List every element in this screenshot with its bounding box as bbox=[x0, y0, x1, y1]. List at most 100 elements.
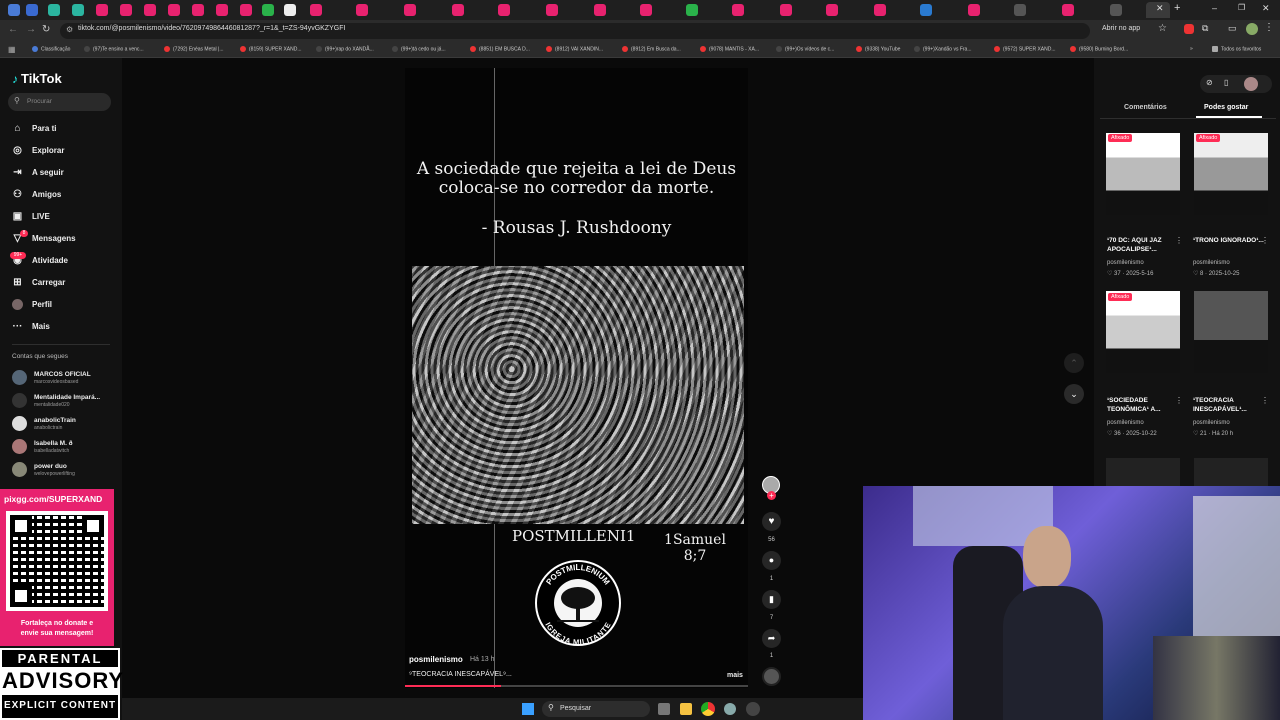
tab-icon[interactable] bbox=[404, 4, 416, 16]
new-tab-icon[interactable]: + bbox=[1174, 2, 1180, 14]
comment-icon[interactable]: ● bbox=[762, 551, 781, 570]
nav-mais[interactable]: ··· Mais bbox=[12, 321, 50, 332]
maximize-icon[interactable]: ❐ bbox=[1238, 3, 1245, 12]
close-window-icon[interactable]: ✕ bbox=[1262, 3, 1270, 14]
video-thumbnail[interactable] bbox=[1194, 458, 1268, 486]
card-author[interactable]: posmilenismo bbox=[1193, 260, 1230, 266]
bookmark-star-icon[interactable]: ☆ bbox=[1158, 23, 1167, 34]
card-author[interactable]: posmilenismo bbox=[1107, 420, 1144, 426]
card-title[interactable]: ¹TEOCRACIA INESCAPÁVEL¹... bbox=[1193, 396, 1269, 414]
video-thumbnail[interactable] bbox=[1106, 133, 1180, 215]
card-menu-icon[interactable]: ⋮ bbox=[1175, 396, 1183, 405]
tab-icon[interactable] bbox=[640, 4, 652, 16]
tab-icon[interactable] bbox=[284, 4, 296, 16]
following-item[interactable]: anabolicTrain anabolictrain bbox=[12, 416, 76, 431]
bookmark-item[interactable]: (99+)Os vídeos de c... bbox=[776, 46, 834, 52]
back-icon[interactable]: ← bbox=[8, 24, 18, 35]
video-thumbnail[interactable] bbox=[1106, 458, 1180, 486]
nav-amigos[interactable]: ⚇ Amigos bbox=[12, 189, 61, 200]
tab-icon[interactable] bbox=[874, 4, 886, 16]
file-explorer-icon[interactable] bbox=[680, 703, 692, 715]
tab-icon[interactable] bbox=[686, 4, 698, 16]
tab-icon[interactable] bbox=[1014, 4, 1026, 16]
tab-icon[interactable] bbox=[594, 4, 606, 16]
tab-icon[interactable] bbox=[192, 4, 204, 16]
following-item[interactable]: Isabella M. ð isabelladatwitch bbox=[12, 439, 73, 454]
card-title[interactable]: ¹SOCIEDADE TEONÔMICA¹ A... bbox=[1107, 396, 1183, 414]
site-settings-icon[interactable]: ⚙ bbox=[66, 25, 73, 34]
tab-icon[interactable] bbox=[1062, 4, 1074, 16]
bookmark-item[interactable]: (8912) VAI XANDIN... bbox=[546, 46, 603, 52]
bookmark-item[interactable]: Classificação bbox=[32, 46, 70, 52]
card-author[interactable]: posmilenismo bbox=[1193, 420, 1230, 426]
tab-icon[interactable] bbox=[1110, 4, 1122, 16]
bookmark-item[interactable]: (8851) EM BUSCA D... bbox=[470, 46, 530, 52]
nav-carregar[interactable]: ⊞ Carregar bbox=[12, 277, 65, 288]
previous-video-icon[interactable]: ⌃ bbox=[1064, 353, 1084, 373]
search-input[interactable]: ⚲ Procurar bbox=[8, 93, 111, 111]
apps-icon[interactable]: ▦ bbox=[8, 45, 16, 54]
tab-icon[interactable] bbox=[968, 4, 980, 16]
tab-icon[interactable] bbox=[26, 4, 38, 16]
browser-menu-icon[interactable]: ⋮ bbox=[1264, 22, 1274, 33]
forward-icon[interactable]: → bbox=[26, 24, 36, 35]
tab-icon[interactable] bbox=[310, 4, 322, 16]
tab-icon[interactable] bbox=[356, 4, 368, 16]
card-title[interactable]: ¹70 DC: AQUI JAZ APOCALIPSE¹... bbox=[1107, 236, 1183, 254]
bookmark-item[interactable]: (97)Te ensino a venc... bbox=[84, 46, 144, 52]
task-view-icon[interactable] bbox=[658, 703, 670, 715]
reload-icon[interactable]: ↻ bbox=[42, 24, 50, 35]
tab-icon[interactable] bbox=[120, 4, 132, 16]
tab-icon[interactable] bbox=[168, 4, 180, 16]
panel-avatar[interactable] bbox=[1244, 77, 1258, 91]
video-username[interactable]: posmilenismo bbox=[409, 655, 463, 664]
open-in-app-button[interactable]: Abrir no app bbox=[1102, 25, 1140, 32]
bookmark-item[interactable]: (99+)rap do XANDÃ... bbox=[316, 46, 374, 52]
bookmark-item[interactable]: (8159) SUPER XAND... bbox=[240, 46, 302, 52]
bookmark-item[interactable]: (9580) Burning Bord... bbox=[1070, 46, 1128, 52]
video-thumbnail[interactable] bbox=[1106, 291, 1180, 373]
nav-a-seguir[interactable]: ⇥ A seguir bbox=[12, 167, 63, 178]
video-thumbnail[interactable] bbox=[1194, 291, 1268, 373]
bookmark-item[interactable]: (9078) MANTIS - XA... bbox=[700, 46, 759, 52]
tab-icon[interactable] bbox=[780, 4, 792, 16]
bookmark-item[interactable]: (99+)tá cedo ou já... bbox=[392, 46, 446, 52]
more-bookmarks-icon[interactable]: » bbox=[1190, 46, 1193, 52]
tiktok-logo[interactable]: ♪ TikTok bbox=[12, 71, 62, 86]
more-description-button[interactable]: mais bbox=[727, 672, 743, 679]
browser-profile-avatar[interactable] bbox=[1246, 23, 1258, 35]
minimize-icon[interactable]: – bbox=[1212, 3, 1217, 13]
nav-live[interactable]: ▣ LIVE bbox=[12, 211, 50, 222]
nav-para-ti[interactable]: ⌂ Para ti bbox=[12, 123, 56, 134]
music-disc-icon[interactable] bbox=[762, 667, 781, 686]
video-progress-track[interactable] bbox=[405, 685, 748, 687]
tab-icon[interactable] bbox=[240, 4, 252, 16]
card-author[interactable]: posmilenismo bbox=[1107, 260, 1144, 266]
tab-icon[interactable] bbox=[96, 4, 108, 16]
video-thumbnail[interactable] bbox=[1194, 133, 1268, 215]
bookmark-item[interactable]: (7292) Enéas Metal |... bbox=[164, 46, 224, 52]
sidepanel-icon[interactable]: ▭ bbox=[1228, 23, 1237, 34]
tab-icon[interactable] bbox=[144, 4, 156, 16]
url-text[interactable]: tiktok.com/@posmilenismo/video/762097498… bbox=[78, 25, 345, 32]
tab-icon[interactable] bbox=[920, 4, 932, 16]
bookmark-item[interactable]: (99+)Xandão vs Fra... bbox=[914, 46, 972, 52]
compass-small-icon[interactable]: ⊘ bbox=[1206, 78, 1213, 87]
following-item[interactable]: power duo welovepowerlifting bbox=[12, 462, 75, 477]
card-title[interactable]: ¹TRONO IGNORADO¹... bbox=[1193, 236, 1269, 245]
tab-icon[interactable] bbox=[72, 4, 84, 16]
tab-icon[interactable] bbox=[8, 4, 20, 16]
tab-icon[interactable] bbox=[48, 4, 60, 16]
next-video-icon[interactable]: ⌄ bbox=[1064, 384, 1084, 404]
tab-icon[interactable] bbox=[262, 4, 274, 16]
taskbar-search[interactable]: ⚲ Pesquisar bbox=[542, 701, 650, 717]
tab-icon[interactable] bbox=[546, 4, 558, 16]
following-item[interactable]: Mentalidade Impará... mentalidade020 bbox=[12, 393, 100, 408]
windows-start-icon[interactable] bbox=[522, 703, 534, 715]
share-icon[interactable]: ➦ bbox=[762, 629, 781, 648]
bookmark-item[interactable]: (8912) Em Busca da... bbox=[622, 46, 681, 52]
phone-icon[interactable]: ▯ bbox=[1224, 78, 1228, 87]
like-heart-icon[interactable]: ♥ bbox=[762, 512, 781, 531]
follow-plus-icon[interactable]: + bbox=[767, 491, 776, 500]
extension-icon[interactable] bbox=[1184, 24, 1194, 34]
